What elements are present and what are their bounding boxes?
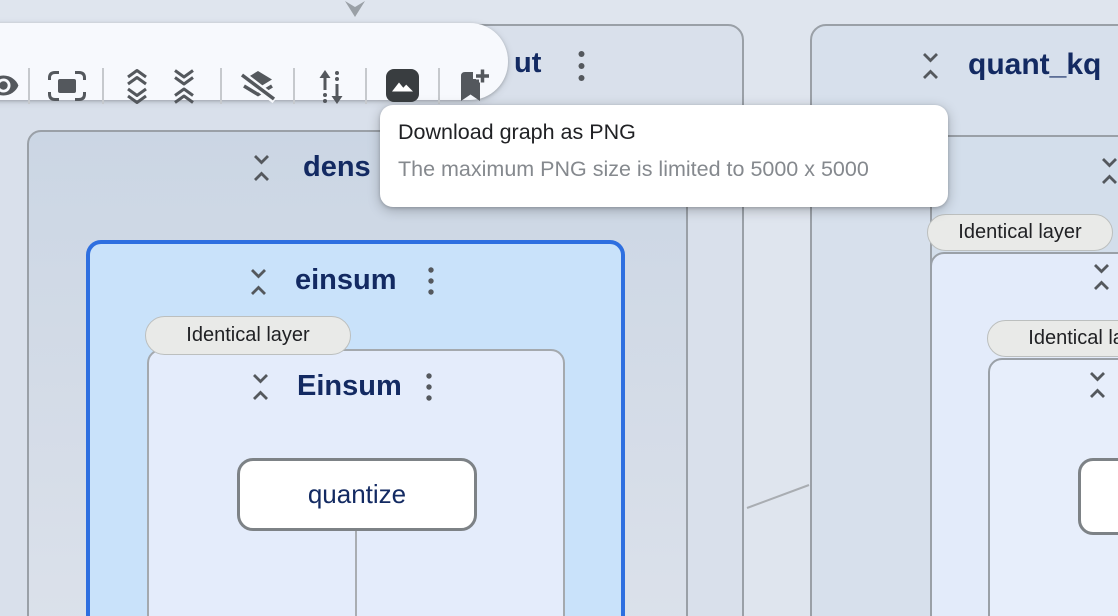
edge-arrowhead-icon (343, 1, 367, 19)
collapse-all-layers-icon[interactable] (171, 68, 197, 105)
toolbar-separator (293, 68, 295, 104)
collapse-layer-icon[interactable] (1092, 262, 1111, 292)
op-node-label: quantize (308, 479, 406, 510)
png-download-tooltip: Download graph as PNG The maximum PNG si… (380, 105, 948, 207)
identical-layer-badge: Identical layer (145, 316, 351, 355)
identical-layer-badge: Identical layer (927, 214, 1113, 251)
inner-einsum-layer-menu-icon[interactable] (425, 372, 433, 402)
vertical-spacing-icon[interactable] (317, 69, 345, 105)
collapse-layer-icon[interactable] (921, 51, 940, 81)
edge-from-quantize (355, 531, 357, 616)
tooltip-body: The maximum PNG size is limited to 5000 … (398, 157, 930, 182)
flatten-layers-icon[interactable] (238, 70, 278, 104)
layer-title-inner-einsum[interactable]: Einsum (297, 370, 402, 403)
collapse-layer-icon[interactable] (251, 372, 270, 402)
identical-layer-badge: Identical layer (987, 320, 1118, 357)
toolbar-separator (102, 68, 104, 104)
expand-all-layers-icon[interactable] (124, 68, 150, 105)
collapse-layer-icon[interactable] (1088, 370, 1107, 400)
outer-left-layer-menu-icon[interactable] (577, 49, 586, 83)
toolbar-separator (28, 68, 30, 104)
toolbar-separator (220, 68, 222, 104)
graph-toolbar (0, 23, 508, 100)
layer-title-einsum[interactable]: einsum (295, 264, 397, 297)
toolbar-separator (438, 68, 440, 104)
toolbar-separator (365, 68, 367, 104)
collapse-layer-icon[interactable] (1100, 156, 1118, 186)
collapse-layer-icon[interactable] (249, 267, 268, 297)
add-bookmark-icon[interactable] (456, 68, 492, 105)
download-png-icon[interactable] (386, 69, 419, 102)
layer-title-quant-kq[interactable]: quant_kq (968, 48, 1101, 82)
layer-title-dense[interactable]: dens (303, 151, 371, 184)
edge-diagonal (744, 480, 812, 512)
fit-to-screen-icon[interactable] (48, 71, 86, 101)
collapse-layer-icon[interactable] (252, 153, 271, 183)
tooltip-title: Download graph as PNG (398, 120, 930, 145)
layer-title-outer-left[interactable]: ut (514, 47, 541, 80)
visibility-icon[interactable] (0, 70, 19, 101)
einsum-layer-menu-icon[interactable] (427, 266, 435, 296)
op-node-right-clipped[interactable] (1078, 458, 1118, 535)
op-node-quantize[interactable]: quantize (237, 458, 477, 531)
model-graph-canvas[interactable]: ut dens einsum Einsum quant_kq Id (0, 0, 1118, 616)
